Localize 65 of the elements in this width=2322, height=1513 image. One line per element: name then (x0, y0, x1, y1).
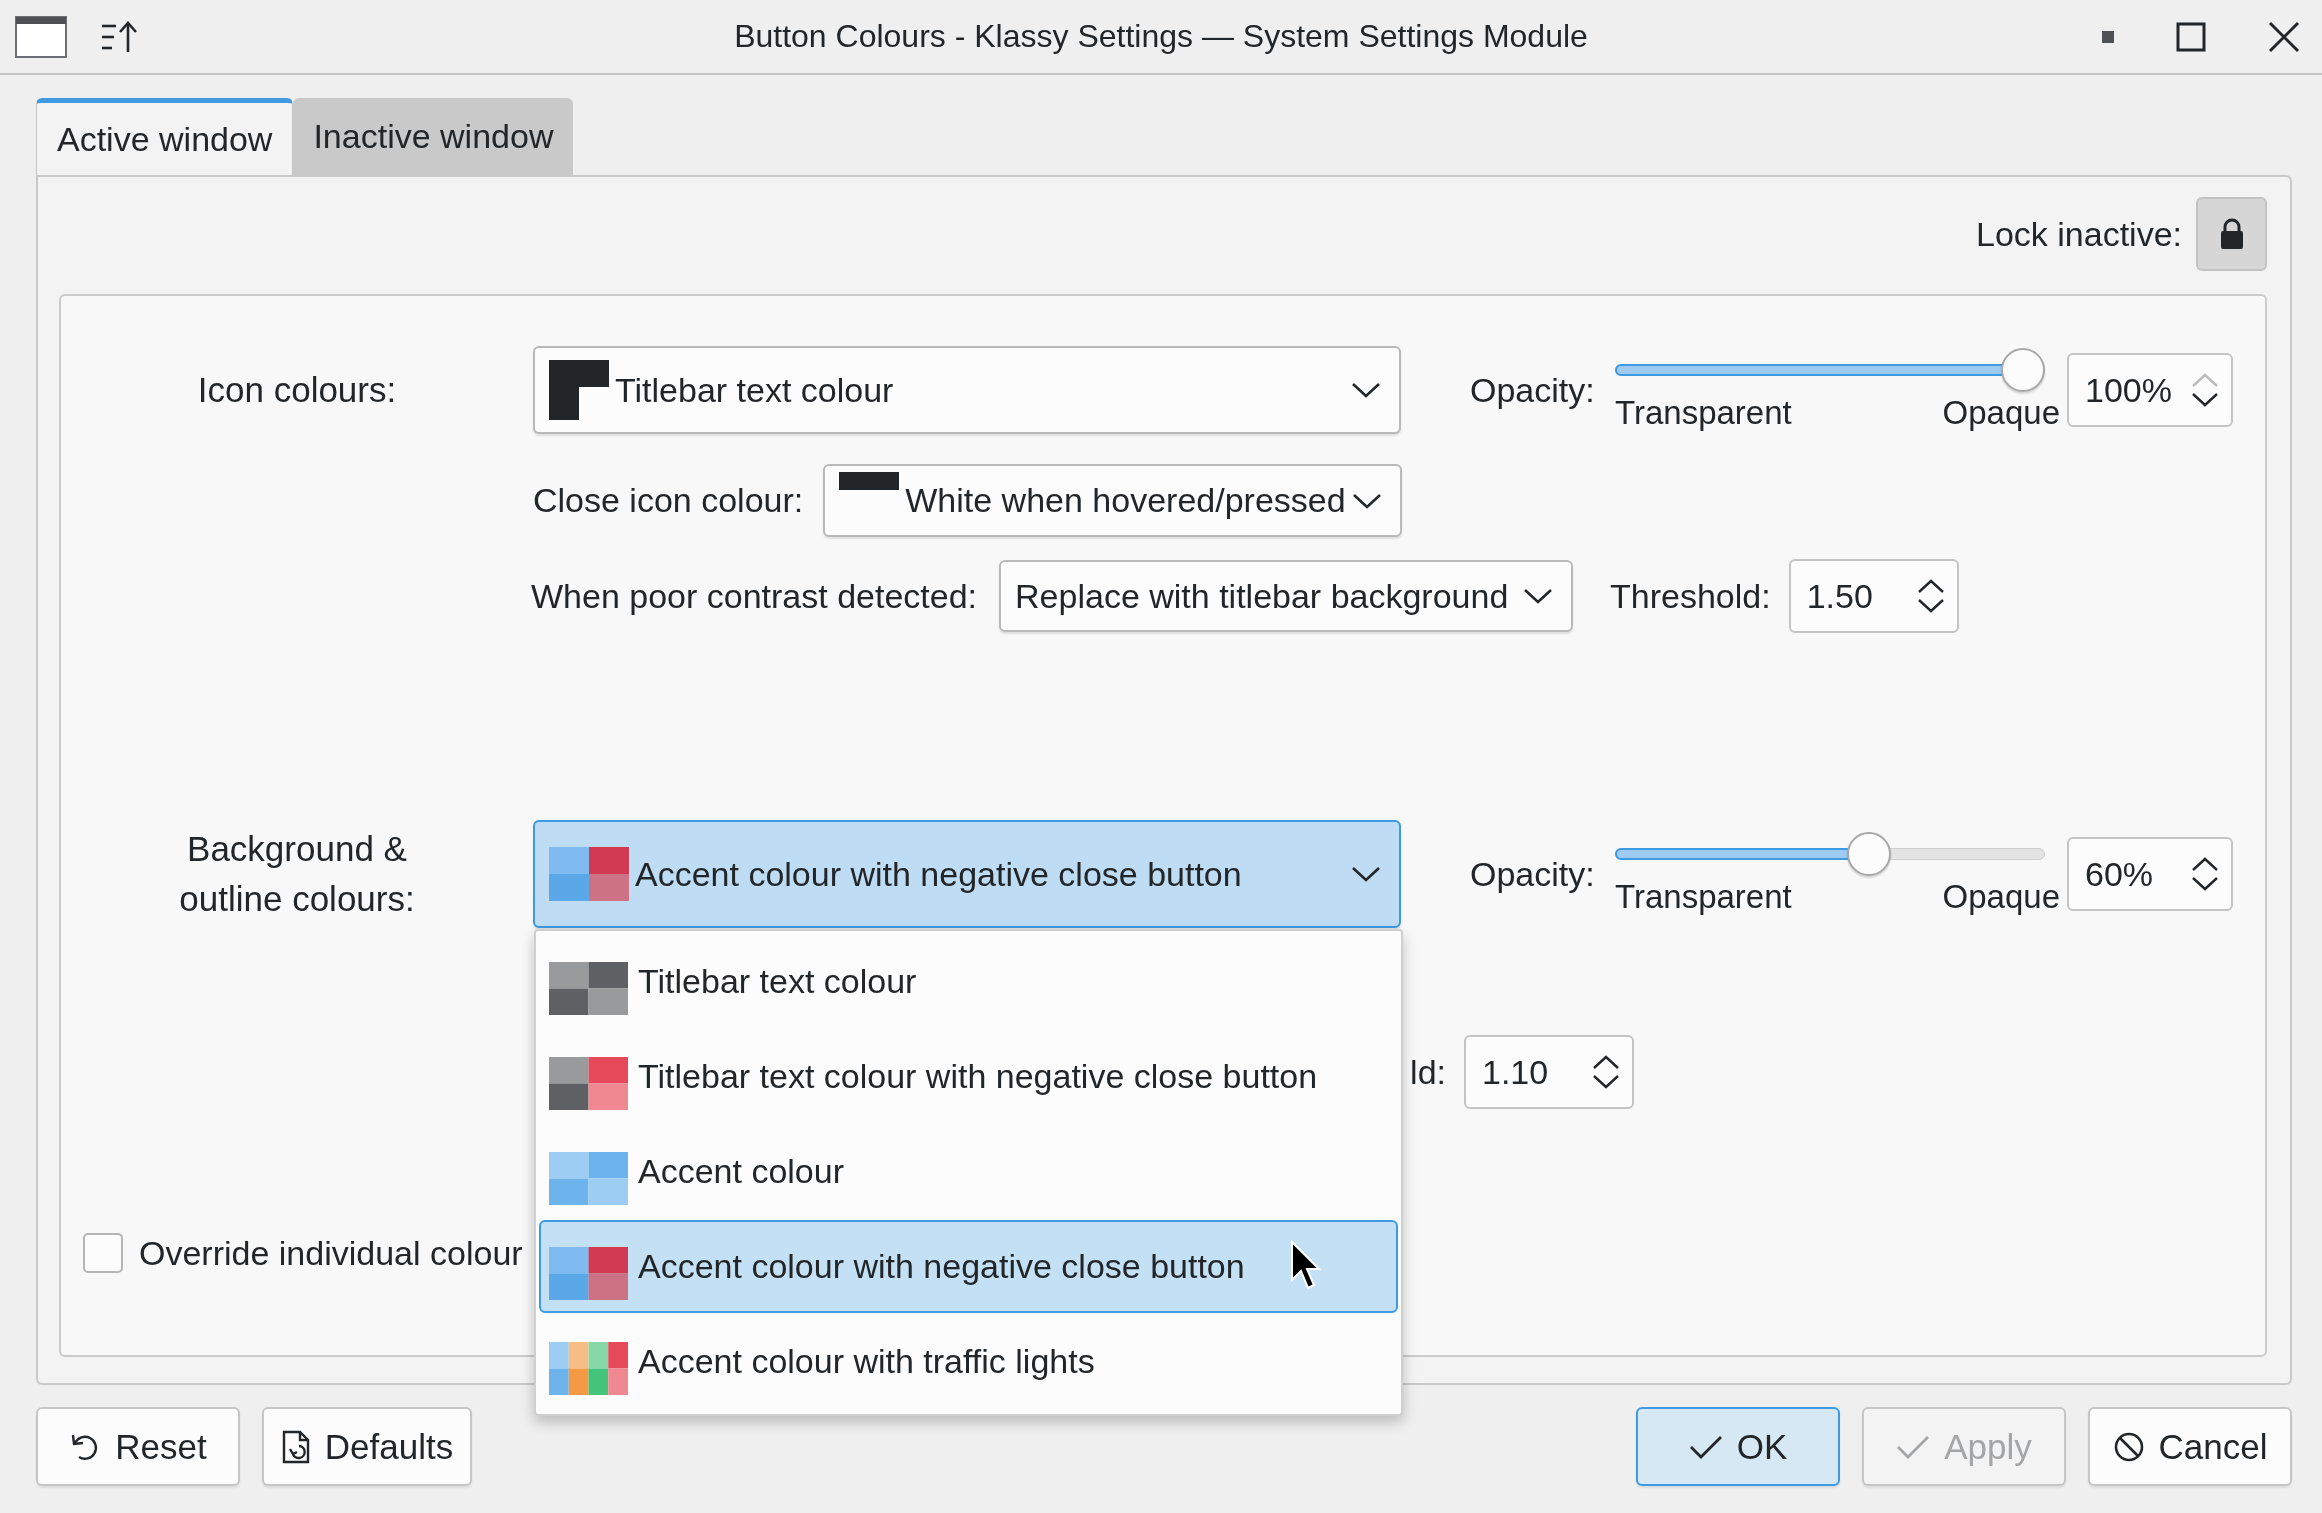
window-title: Button Colours - Klassy Settings — System Settings Module (734, 18, 1588, 54)
colour-swatch-icon (549, 1057, 628, 1110)
tab[interactable]: Inactive window (293, 98, 574, 175)
colour-dropdown[interactable]: White when hovered/pressed (823, 464, 1402, 537)
threshold-label: Threshold: (1610, 576, 1771, 616)
chevron-down-icon (1916, 598, 1945, 614)
colour-swatch-icon (549, 962, 628, 1015)
spin-box[interactable]: 1.10 (1464, 1035, 1634, 1109)
chevron-down-icon (2191, 876, 2219, 892)
background-outline-label: Background & outline colours: (179, 829, 415, 918)
chevron-down-icon (1523, 587, 1554, 605)
override-label: Override individual colour (139, 1233, 523, 1273)
menu-item[interactable]: Accent colour with traffic lights (539, 1315, 1398, 1408)
opaque-label: Opaque (1942, 394, 2060, 432)
sort-icon[interactable] (100, 19, 138, 54)
threshold-label: ld: (1410, 1052, 1446, 1091)
dialog-button[interactable]: Defaults (262, 1407, 472, 1486)
checkbox[interactable] (83, 1233, 123, 1273)
menu-item[interactable]: Titlebar text colour (539, 935, 1398, 1028)
minimize-icon[interactable] (2102, 30, 2114, 43)
spin-box[interactable]: 100% (2067, 353, 2233, 427)
lock-icon (2219, 218, 2244, 250)
spin-box[interactable]: 60% (2067, 837, 2233, 911)
opacity-label: Opacity: (1470, 854, 1596, 894)
colour-swatch-icon (839, 471, 900, 490)
opacity-slider[interactable] (1615, 832, 2045, 876)
lock-inactive-label: Lock inactive: (1976, 214, 2182, 254)
lock-button[interactable] (2196, 197, 2267, 271)
opaque-label: Opaque (1942, 878, 2060, 916)
check-icon (1896, 1433, 1931, 1460)
colour-dropdown[interactable]: Titlebar text colour (533, 346, 1401, 434)
menu-item[interactable]: Accent colour with negative close button (539, 1220, 1398, 1313)
dialog-button[interactable]: OK (1636, 1407, 1840, 1486)
chevron-down-icon (1592, 1074, 1620, 1090)
menu-item[interactable]: Accent colour (539, 1125, 1398, 1218)
colour-swatch-icon (549, 360, 609, 420)
dialog-button[interactable]: Reset (36, 1407, 240, 1486)
mouse-pointer-icon (1290, 1240, 1322, 1292)
chevron-down-icon (1351, 381, 1381, 399)
colour-swatch-icon (549, 1152, 628, 1205)
icon-colours-label: Icon colours: (197, 370, 397, 409)
tab[interactable]: Active window (36, 98, 294, 175)
spin-box[interactable]: 1.50 (1788, 559, 1959, 633)
transparent-label: Transparent (1615, 878, 1792, 916)
opacity-label: Opacity: (1470, 370, 1596, 410)
window-icon[interactable] (15, 15, 67, 58)
colour-swatch-icon (549, 847, 629, 901)
document-icon (280, 1429, 311, 1464)
colour-dropdown[interactable]: Replace with titlebar background (999, 560, 1574, 632)
colour-dropdown[interactable]: Accent colour with negative close button (533, 820, 1401, 928)
chevron-down-icon (2191, 392, 2219, 408)
maximize-icon[interactable] (2176, 21, 2206, 52)
chevron-down-icon (1351, 865, 1381, 883)
cancel-icon (2112, 1430, 2145, 1463)
colour-swatch-icon (549, 1342, 628, 1395)
chevron-down-icon (1351, 491, 1382, 510)
opacity-slider[interactable] (1615, 348, 2045, 392)
dialog-button[interactable]: Cancel (2088, 1407, 2292, 1486)
colour-swatch-icon (549, 1247, 628, 1300)
close-icon[interactable] (2268, 20, 2300, 53)
menu-item[interactable]: Titlebar text colour with negative close button (539, 1030, 1398, 1123)
check-icon (1688, 1433, 1723, 1460)
transparent-label: Transparent (1615, 394, 1792, 432)
poor-contrast-label: When poor contrast detected: (531, 576, 978, 616)
close-icon-colour-label: Close icon colour: (533, 481, 804, 520)
